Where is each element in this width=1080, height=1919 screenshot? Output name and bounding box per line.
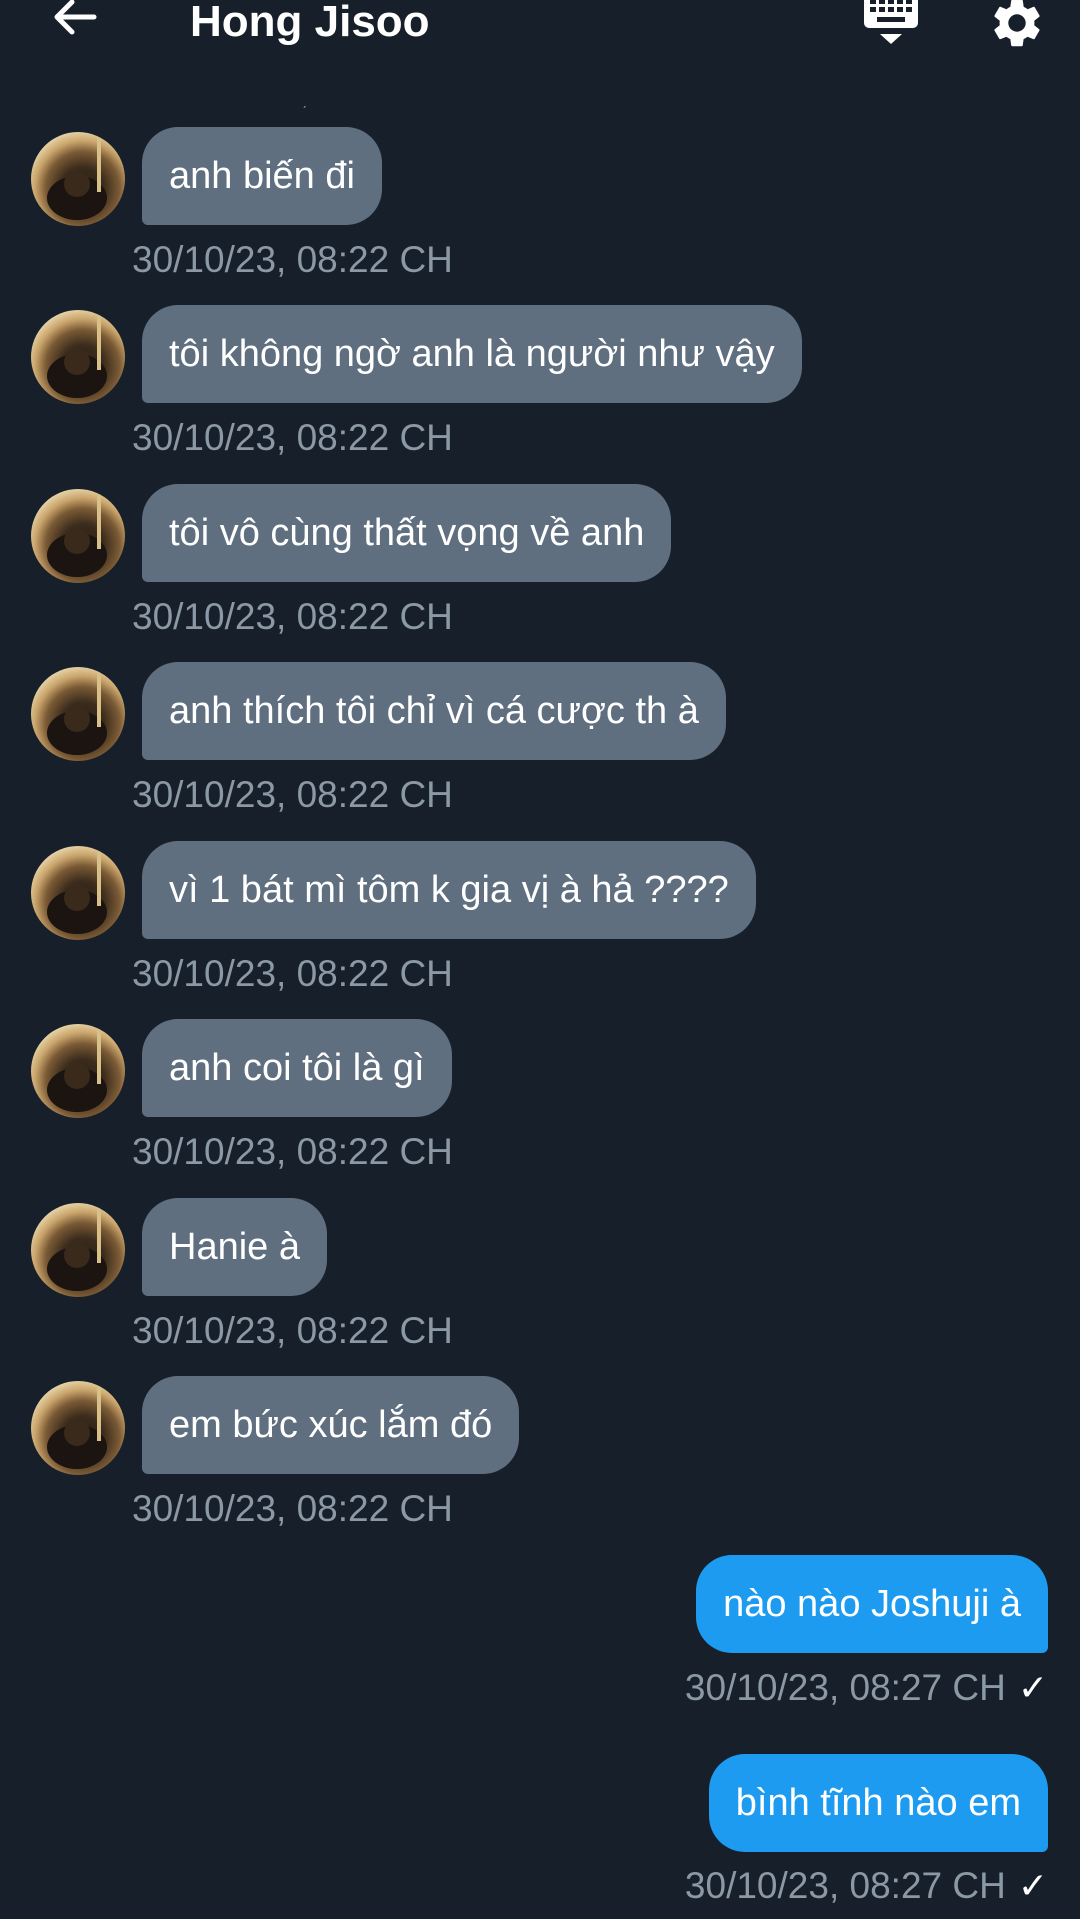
avatar[interactable] [31,1203,125,1297]
message-bubble-sent[interactable]: nào nào Joshuji à [696,1555,1048,1653]
message-timestamp: 30/10/23, 08:22 CH [132,774,453,815]
message-timestamp: 30/10/23, 08:22 CH [132,239,453,280]
avatar-image [47,1203,107,1291]
message-timestamp-sent: 30/10/23, 08:27 CH ✓ [685,1864,1048,1908]
timestamp-text: 30/10/23, 08:27 CH [684,1865,1006,1906]
chat-header: Hong Jisoo [0,0,1080,70]
keyboard-icon [864,0,918,44]
avatar-image [47,667,107,755]
avatar-image [47,489,107,577]
check-icon: ✓ [1017,1865,1048,1906]
message-bubble[interactable]: anh biến đi [142,127,382,225]
arrow-left-icon [54,0,97,35]
message-timestamp-sent: 30/10/23, 08:27 CH ✓ [685,1666,1048,1710]
timestamp-text: 30/10/23, 08:27 CH [684,1667,1006,1708]
avatar[interactable] [31,1024,125,1118]
settings-button[interactable] [988,0,1046,52]
avatar-image [47,310,107,398]
message-bubble[interactable]: anh coi tôi là gì [142,1019,452,1117]
message-bubble[interactable]: tôi vô cùng thất vọng về anh [142,484,672,582]
avatar-image [47,1024,107,1112]
message-bubble[interactable]: tôi không ngờ anh là người như vậy [142,305,802,403]
avatar-image [47,846,107,934]
back-button[interactable] [44,0,104,54]
message-timestamp: 30/10/23, 08:22 CH [132,953,453,994]
message-bubble[interactable]: anh thích tôi chỉ vì cá cược th à [142,662,726,760]
message-bubble[interactable]: vì 1 bát mì tôm k gia vị à hả ???? [142,841,756,939]
message-timestamp: 30/10/23, 08:22 CH [132,417,453,458]
message-timestamp: 30/10/23, 08:22 CH [132,1310,453,1351]
keyboard-button[interactable] [860,0,922,54]
message-timestamp: 30/10/23, 08:22 CH [132,1488,453,1529]
scroll-indicator: ˏ [302,92,307,108]
message-timestamp: 30/10/23, 08:22 CH [132,596,453,637]
chat-screen: Hong Jisoo ˏ anh biến đi 30/10/23, 08:22… [0,0,1080,1919]
contact-name[interactable]: Hong Jisoo [190,0,430,48]
avatar[interactable] [31,1381,125,1475]
gear-icon [994,0,1040,47]
check-icon: ✓ [1017,1667,1048,1708]
avatar[interactable] [31,310,125,404]
avatar[interactable] [31,132,125,226]
message-bubble[interactable]: em bức xúc lắm đó [142,1376,520,1474]
message-timestamp: 30/10/23, 08:22 CH [132,1131,453,1172]
message-bubble[interactable]: Hanie à [142,1198,327,1296]
avatar[interactable] [31,667,125,761]
avatar-image [47,1381,107,1469]
avatar-image [47,132,107,220]
avatar[interactable] [31,489,125,583]
message-bubble-sent[interactable]: bình tĩnh nào em [708,1754,1048,1852]
avatar[interactable] [31,846,125,940]
